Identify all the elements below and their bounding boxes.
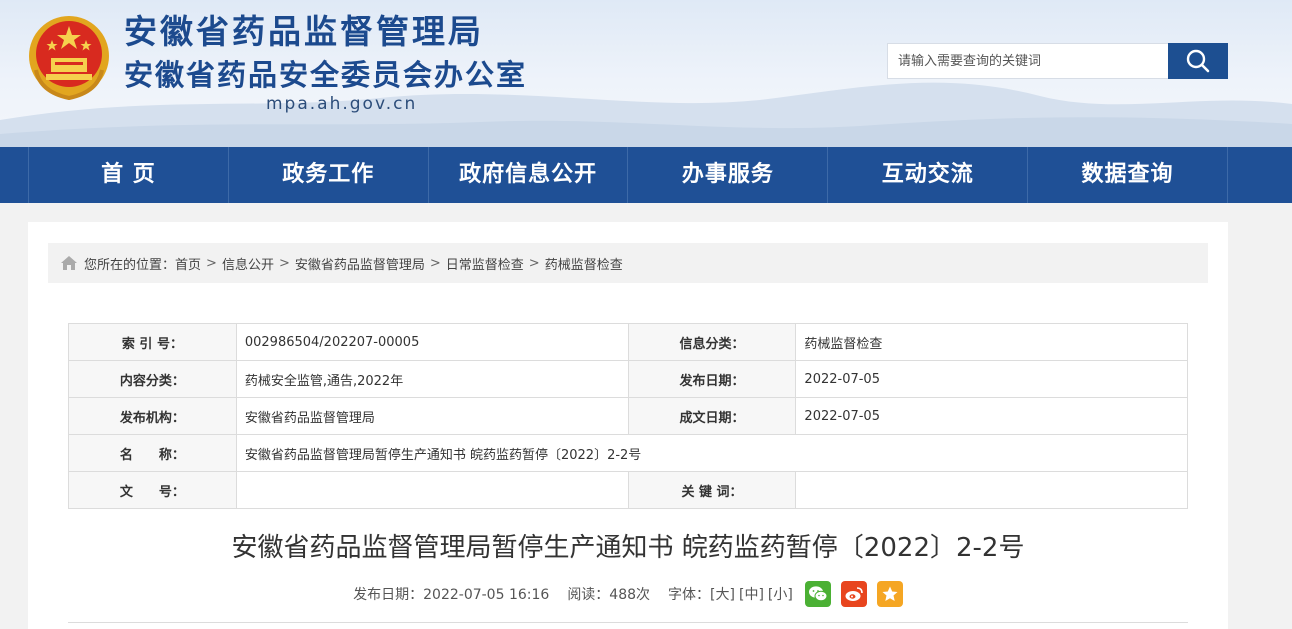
table-row: 内容分类： 药械安全监管,通告,2022年 发布日期： 2022-07-05 (68, 360, 1188, 398)
site-domain: mpa.ah.gov.cn (266, 94, 418, 114)
breadcrumb-home[interactable]: 首页 (175, 254, 201, 273)
search-button[interactable] (1168, 43, 1228, 79)
search-input[interactable] (887, 43, 1168, 79)
content-panel: 您所在的位置： 首页 > 信息公开 > 安徽省药品监督管理局 > 日常监督检查 … (28, 222, 1228, 629)
breadcrumb-separator: > (278, 255, 290, 271)
publisher-label: 发布机构： (68, 397, 237, 435)
table-row: 文 号： 关 键 词： (68, 471, 1188, 509)
name-label: 名 称： (68, 434, 237, 472)
breadcrumb-info-disclosure[interactable]: 信息公开 (222, 254, 274, 273)
star-icon (882, 586, 898, 601)
table-row: 索 引 号： 002986504/202207-00005 信息分类： 药械监督… (68, 323, 1188, 361)
share-weibo-button[interactable] (840, 581, 867, 607)
publish-date-value: 2022-07-05 (795, 360, 1188, 398)
doc-number-value (235, 471, 629, 509)
doc-number-label: 文 号： (68, 471, 237, 509)
publish-date-label: 发布日期： (627, 360, 797, 398)
metadata-table: 索 引 号： 002986504/202207-00005 信息分类： 药械监督… (68, 323, 1189, 509)
site-subtitle: 安徽省药品安全委员会办公室 (124, 58, 528, 92)
breadcrumb-separator: > (206, 255, 217, 271)
breadcrumb: 您所在的位置： 首页 > 信息公开 > 安徽省药品监督管理局 > 日常监督检查 … (48, 243, 1208, 283)
nav-interaction[interactable]: 互动交流 (828, 147, 1029, 203)
breadcrumb-separator: > (528, 255, 540, 271)
breadcrumb-prefix: 您所在的位置： (84, 257, 176, 273)
nav-government-affairs[interactable]: 政务工作 (229, 147, 429, 203)
breadcrumb-daily-inspection[interactable]: 日常监督检查 (446, 254, 524, 273)
table-row: 发布机构： 安徽省药品监督管理局 成文日期： 2022-07-05 (68, 397, 1188, 435)
font-size-small[interactable]: [小] (768, 584, 793, 604)
nav-data-query[interactable]: 数据查询 (1028, 147, 1228, 203)
font-size-label: 字体： (668, 587, 711, 603)
favorite-button[interactable] (876, 581, 903, 607)
share-wechat-button[interactable] (804, 581, 831, 607)
category-label: 信息分类： (627, 323, 797, 361)
search-icon (1186, 49, 1210, 73)
name-value: 安徽省药品监督管理局暂停生产通知书 皖药监药暂停〔2022〕2-2号 (235, 434, 1189, 472)
article-title: 安徽省药品监督管理局暂停生产通知书 皖药监药暂停〔2022〕2-2号 (231, 533, 1025, 563)
home-icon (60, 255, 78, 271)
search-box (887, 43, 1228, 79)
created-date-label: 成文日期： (627, 397, 797, 435)
article-meta: 发布日期：2022-07-05 16:16 阅读：488次 字体： [大] [中… (28, 580, 1228, 608)
category-value: 药械监督检查 (795, 323, 1188, 361)
content-category-value: 药械安全监管,通告,2022年 (235, 360, 629, 398)
table-row: 名 称： 安徽省药品监督管理局暂停生产通知书 皖药监药暂停〔2022〕2-2号 (68, 434, 1189, 472)
article-views: 阅读：488次 (567, 587, 651, 603)
keywords-value (795, 471, 1188, 509)
index-label: 索 引 号： (68, 323, 237, 361)
font-size-large[interactable]: [大] (710, 584, 735, 604)
nav-services[interactable]: 办事服务 (628, 147, 829, 203)
article-publish-date: 发布日期：2022-07-05 16:16 (353, 587, 550, 603)
site-title: 安徽省药品监督管理局 (124, 12, 484, 51)
site-header: 安徽省药品监督管理局 安徽省药品安全委员会办公室 mpa.ah.gov.cn (0, 0, 1292, 147)
font-size-medium[interactable]: [中] (739, 584, 764, 604)
nav-home[interactable]: 首 页 (29, 147, 229, 203)
index-value: 002986504/202207-00005 (235, 323, 629, 361)
breadcrumb-separator: > (429, 255, 441, 271)
publisher-value: 安徽省药品监督管理局 (235, 397, 629, 435)
national-emblem-icon (26, 10, 112, 102)
created-date-value: 2022-07-05 (795, 397, 1188, 435)
keywords-label: 关 键 词： (627, 471, 797, 509)
weibo-icon (845, 587, 863, 601)
content-category-label: 内容分类： (68, 360, 237, 398)
main-nav: 首 页 政务工作 政府信息公开 办事服务 互动交流 数据查询 (0, 147, 1292, 203)
divider (68, 622, 1188, 623)
wechat-icon (808, 586, 828, 602)
breadcrumb-device-inspection[interactable]: 药械监督检查 (545, 254, 623, 273)
breadcrumb-bureau[interactable]: 安徽省药品监督管理局 (295, 254, 425, 273)
nav-info-disclosure[interactable]: 政府信息公开 (429, 147, 629, 203)
